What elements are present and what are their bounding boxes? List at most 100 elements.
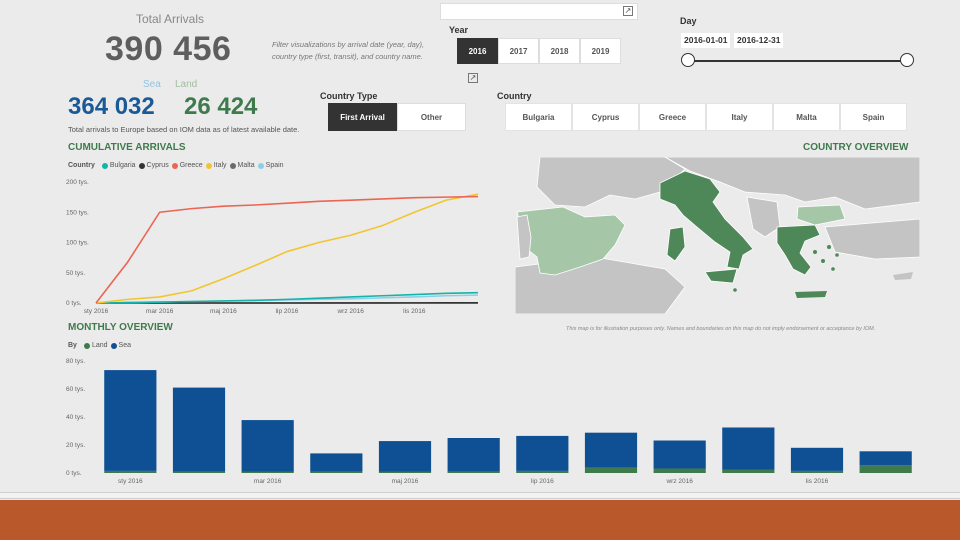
filter-instructions: Filter visualizations by arrival date (y… bbox=[272, 40, 425, 61]
cumulative-arrivals-title: CUMULATIVE ARRIVALS bbox=[68, 142, 186, 153]
day-range-start-handle[interactable] bbox=[681, 53, 695, 67]
monthly-bar-land bbox=[378, 471, 432, 473]
monthly-bar-land bbox=[172, 471, 226, 473]
country-option-cyprus[interactable]: Cyprus bbox=[572, 103, 639, 131]
year-option-2016[interactable]: 2016 bbox=[457, 38, 498, 64]
total-arrivals-value: 390 456 bbox=[105, 30, 232, 68]
monthly-bar-sea bbox=[104, 370, 157, 471]
cumulative-line-greece bbox=[95, 195, 479, 304]
legend-label-cyprus: Cyprus bbox=[146, 162, 169, 169]
monthly-bar-sea bbox=[859, 451, 912, 466]
legend-dot-italy bbox=[205, 162, 212, 169]
focus-mode-icon[interactable]: ↗ bbox=[468, 73, 478, 83]
monthly-bar-land bbox=[722, 469, 775, 473]
monthly-bar-land bbox=[104, 470, 157, 473]
monthly-bar-land bbox=[310, 471, 363, 473]
monthly-x-tick: wrz 2016 bbox=[665, 478, 693, 485]
legend-label-spain: Spain bbox=[265, 162, 284, 169]
monthly-bar-sea bbox=[653, 440, 706, 469]
year-slicer-title: Year bbox=[449, 25, 469, 35]
monthly-bar-land bbox=[516, 470, 569, 473]
cumulative-x-tick: lip 2016 bbox=[276, 308, 299, 315]
year-option-2019[interactable]: 2019 bbox=[580, 38, 621, 64]
country-option-spain[interactable]: Spain bbox=[840, 103, 907, 131]
monthly-bar-sea bbox=[584, 432, 638, 468]
cumulative-x-tick: mar 2016 bbox=[146, 308, 174, 315]
map-island-1 bbox=[813, 250, 817, 254]
cumulative-x-tick: maj 2016 bbox=[210, 308, 237, 315]
country-type-first-arrival[interactable]: First Arrival bbox=[328, 103, 397, 131]
monthly-bar-sea bbox=[172, 387, 226, 472]
day-start-input[interactable]: 2016-01-01 bbox=[681, 33, 731, 48]
country-overview-map[interactable] bbox=[515, 157, 920, 314]
monthly-x-tick: lis 2016 bbox=[806, 478, 829, 485]
country-slicer-title: Country bbox=[497, 91, 532, 101]
country-type-slicer: First Arrival Other bbox=[328, 103, 466, 131]
monthly-y-tick: 20 tys. bbox=[66, 442, 85, 449]
country-type-title: Country Type bbox=[320, 91, 378, 101]
cumulative-y-tick: 0 tys. bbox=[66, 300, 82, 307]
monthly-x-tick: lip 2016 bbox=[531, 478, 554, 485]
cumulative-arrivals-chart[interactable]: 0 tys. 50 tys. 100 tys. 150 tys. 200 tys. sty… bbox=[60, 172, 490, 320]
cumulative-x-tick: sty 2016 bbox=[84, 308, 109, 315]
monthly-y-tick: 80 tys. bbox=[66, 358, 85, 365]
country-slicer: Bulgaria Cyprus Greece Italy Malta Spain bbox=[505, 103, 907, 131]
year-option-2017[interactable]: 2017 bbox=[498, 38, 539, 64]
land-arrivals-value: 26 424 bbox=[184, 93, 258, 120]
monthly-bar-land bbox=[653, 468, 706, 473]
day-end-input[interactable]: 2016-12-31 bbox=[734, 33, 784, 48]
legend-label-italy: Italy bbox=[213, 162, 227, 169]
legend-label-greece: Greece bbox=[179, 162, 203, 169]
monthly-legend-title: By bbox=[68, 342, 77, 349]
day-range-end-handle[interactable] bbox=[900, 53, 914, 67]
monthly-bar-sea bbox=[722, 427, 775, 470]
monthly-bar-land bbox=[241, 471, 294, 473]
day-slicer-title: Day bbox=[680, 16, 697, 26]
land-label: Land bbox=[175, 79, 198, 90]
monthly-bar-sea bbox=[516, 435, 569, 471]
country-option-italy[interactable]: Italy bbox=[706, 103, 773, 131]
monthly-y-tick: 40 tys. bbox=[66, 414, 85, 421]
monthly-bar-sea bbox=[447, 438, 500, 472]
legend-dot-sea bbox=[110, 342, 117, 349]
day-range-track bbox=[688, 60, 907, 62]
sea-label: Sea bbox=[143, 79, 161, 90]
cumulative-x-tick: wrz 2016 bbox=[336, 308, 364, 315]
country-type-other[interactable]: Other bbox=[397, 103, 466, 131]
search-input[interactable] bbox=[440, 3, 638, 20]
cumulative-legend-title: Country bbox=[68, 162, 95, 169]
monthly-x-tick: mar 2016 bbox=[254, 478, 282, 485]
footer-divider bbox=[0, 492, 960, 499]
legend-label-bulgaria: Bulgaria bbox=[109, 162, 136, 169]
monthly-y-tick: 0 tys. bbox=[66, 470, 82, 477]
country-overview-title: COUNTRY OVERVIEW bbox=[803, 142, 909, 153]
monthly-x-tick: maj 2016 bbox=[392, 478, 419, 485]
cumulative-y-tick: 50 tys. bbox=[66, 270, 85, 277]
cumulative-y-tick: 200 tys. bbox=[66, 179, 89, 186]
cumulative-x-tick: lis 2016 bbox=[403, 308, 426, 315]
monthly-bar-sea bbox=[310, 453, 363, 472]
total-arrivals-title: Total Arrivals bbox=[135, 12, 205, 26]
map-malta bbox=[733, 288, 737, 292]
monthly-bar-sea bbox=[378, 441, 432, 472]
legend-dot-spain bbox=[257, 162, 264, 169]
monthly-overview-chart[interactable]: 0 tys. 20 tys. 40 tys. 60 tys. 80 tys. sty 20… bbox=[60, 352, 930, 490]
map-island-4 bbox=[831, 267, 835, 271]
sea-arrivals-value: 364 032 bbox=[68, 93, 155, 120]
monthly-x-tick: sty 2016 bbox=[118, 478, 143, 485]
legend-dot-cyprus bbox=[138, 162, 145, 169]
cumulative-legend: Country Bulgaria Cyprus Greece Italy Mal… bbox=[68, 162, 284, 169]
year-option-2018[interactable]: 2018 bbox=[539, 38, 580, 64]
expand-icon[interactable]: ↗ bbox=[623, 6, 633, 16]
map-island-5 bbox=[835, 253, 839, 257]
country-option-malta[interactable]: Malta bbox=[773, 103, 840, 131]
country-option-greece[interactable]: Greece bbox=[639, 103, 706, 131]
year-slicer: 2016 2017 2018 2019 bbox=[457, 38, 621, 64]
legend-dot-malta bbox=[229, 162, 236, 169]
legend-label-sea: Sea bbox=[118, 342, 131, 349]
cumulative-y-tick: 100 tys. bbox=[66, 240, 89, 247]
country-option-bulgaria[interactable]: Bulgaria bbox=[505, 103, 572, 131]
map-crete bbox=[795, 291, 827, 298]
monthly-bar-land bbox=[447, 471, 500, 473]
legend-dot-greece bbox=[171, 162, 178, 169]
